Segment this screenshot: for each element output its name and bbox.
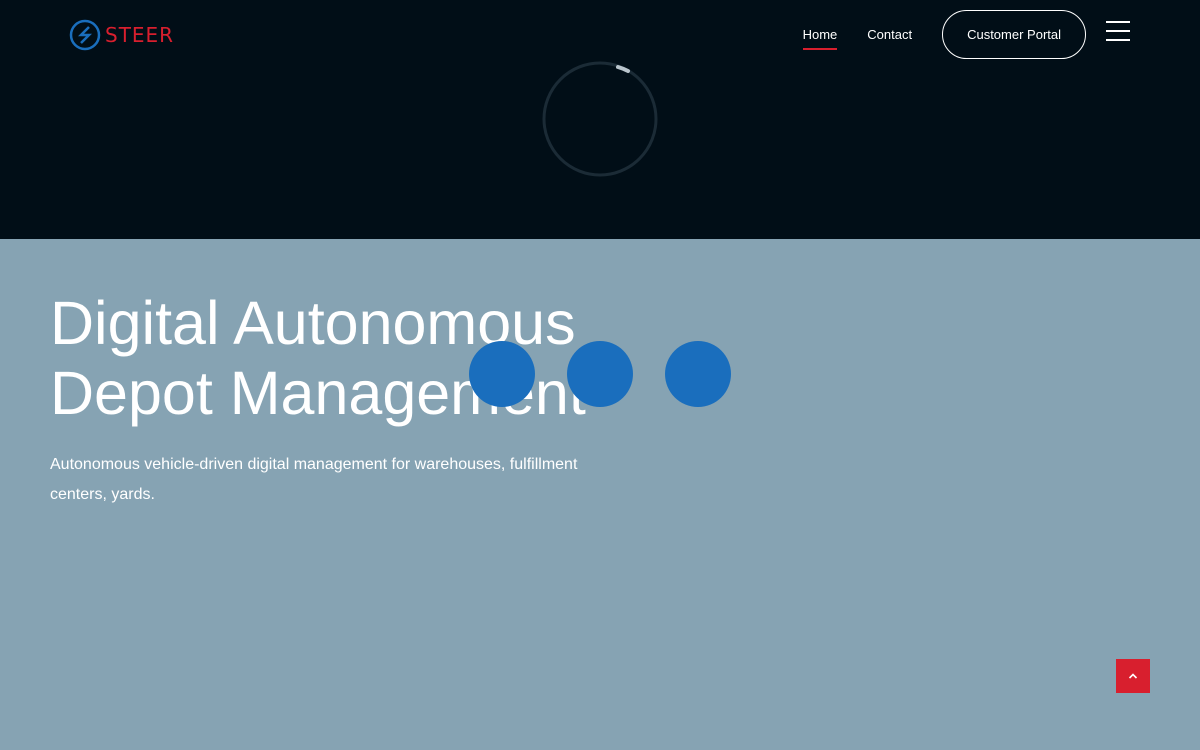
steer-logo[interactable]: STEER: [69, 17, 189, 53]
loader-dot: [665, 341, 731, 407]
main-nav: Home Contact Customer Portal: [802, 10, 1130, 59]
nav-contact-link[interactable]: Contact: [867, 27, 912, 42]
scroll-to-top-button[interactable]: [1116, 659, 1150, 693]
loader-dot: [567, 341, 633, 407]
chevron-up-icon: [1128, 673, 1138, 679]
nav-home-link[interactable]: Home: [802, 27, 837, 50]
brand-name: STEER: [105, 23, 175, 47]
header-section: STEER Home Contact Customer Portal: [0, 0, 1200, 239]
loader-dot: [469, 341, 535, 407]
hamburger-icon[interactable]: [1106, 20, 1130, 41]
hero-subtitle: Autonomous vehicle-driven digital manage…: [50, 456, 578, 503]
customer-portal-button[interactable]: Customer Portal: [942, 10, 1086, 59]
loading-spinner-icon: [542, 61, 658, 177]
steer-logo-icon: [69, 19, 101, 51]
